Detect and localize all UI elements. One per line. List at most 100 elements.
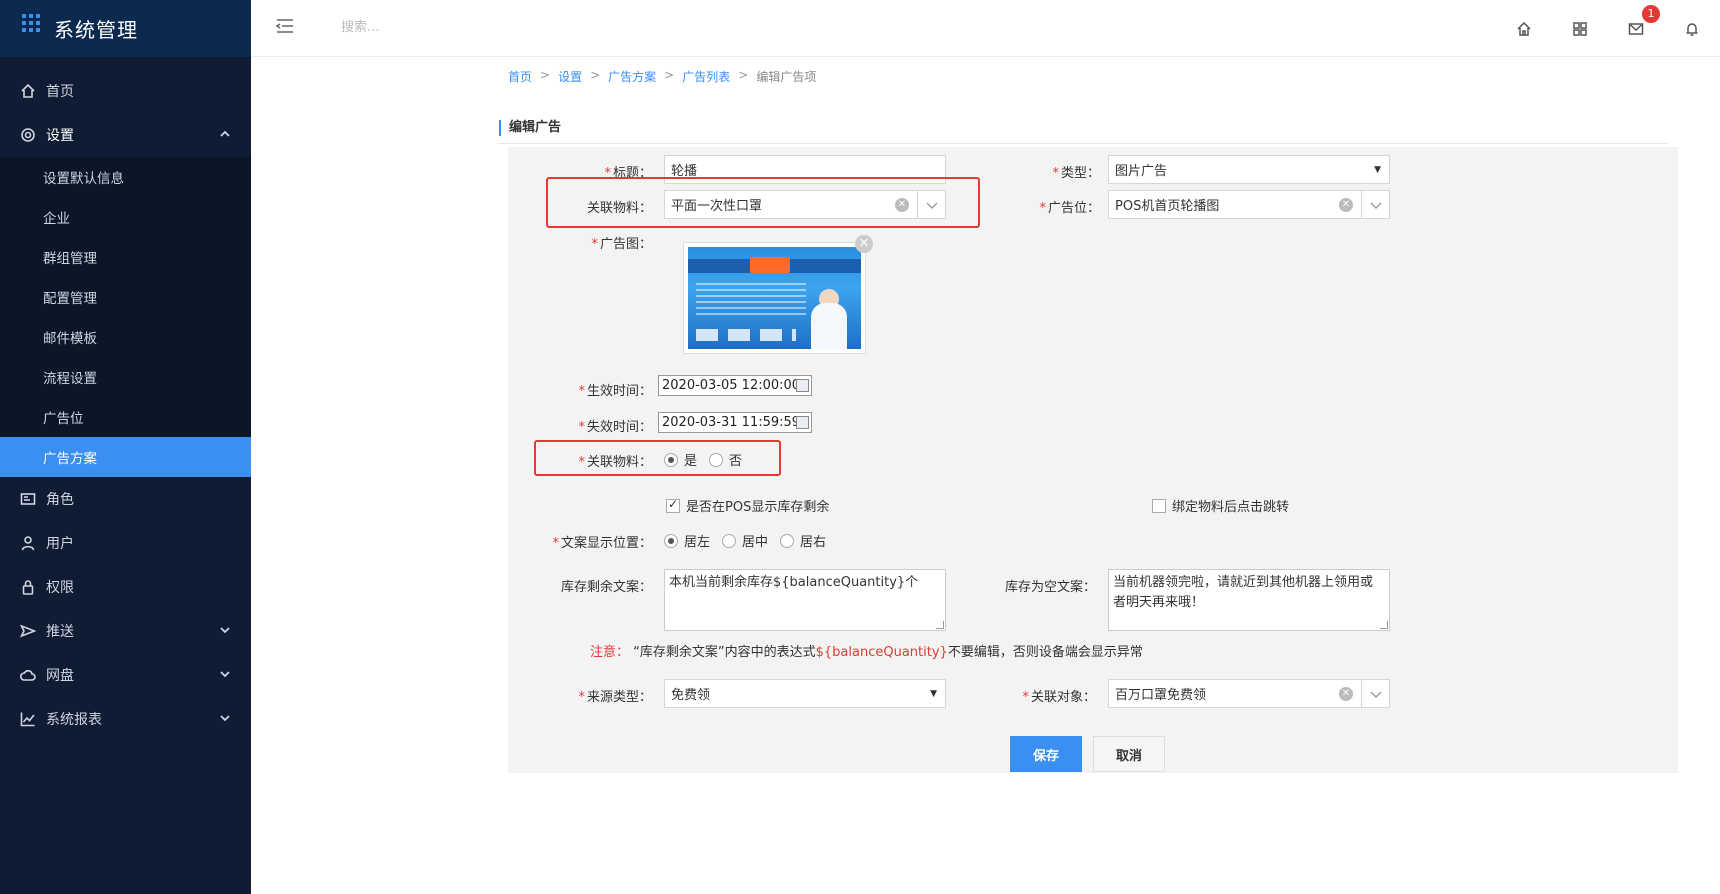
stock-copy-textarea[interactable]: 本机当前剩余库存${balanceQuantity}个 xyxy=(664,569,946,631)
chevron-down-icon[interactable] xyxy=(1361,680,1389,707)
sidebar-subitem-default-info[interactable]: 设置默认信息 xyxy=(0,157,251,197)
sidebar-item-settings[interactable]: 设置 xyxy=(0,113,251,157)
resize-handle[interactable] xyxy=(1380,621,1388,629)
note-text: “库存剩余文案”内容中的表达式 xyxy=(633,645,816,660)
mail-badge: 1 xyxy=(1642,5,1660,23)
sidebar-item-label: 系统报表 xyxy=(46,712,102,728)
bind-jump-checkbox[interactable] xyxy=(1152,498,1166,513)
sidebar-nav: 首页 设置 设置默认信息 企业 群组管理 配置管理 邮件模板 流程设置 广告位 … xyxy=(0,69,251,741)
bind-jump-checkbox-row[interactable]: 绑定物料后点击跳转 xyxy=(1152,496,1289,515)
show-stock-checkbox-row[interactable]: 是否在POS显示库存剩余 xyxy=(666,496,829,515)
type-label: * 类型： xyxy=(1052,166,1100,181)
ad-image-preview[interactable] xyxy=(683,242,866,354)
sidebar-item-permission[interactable]: 权限 xyxy=(0,565,251,609)
mail-icon[interactable]: 1 xyxy=(1608,0,1664,57)
top-icons: 1 xyxy=(1496,0,1720,57)
sidebar-item-user[interactable]: 用户 xyxy=(0,521,251,565)
show-stock-checkbox[interactable] xyxy=(666,497,680,513)
sidebar-item-label: 设置 xyxy=(46,128,74,144)
breadcrumb-ad-list[interactable]: 广告列表 xyxy=(682,68,730,85)
cancel-button[interactable]: 取消 xyxy=(1093,736,1165,772)
id-card-icon xyxy=(20,491,36,507)
stock-copy-label: 库存剩余文案： xyxy=(560,580,652,595)
caret-down-icon: ▼ xyxy=(1374,165,1381,175)
source-type-select[interactable]: 免费领 ▼ xyxy=(664,679,946,708)
save-button[interactable]: 保存 xyxy=(1010,736,1082,772)
send-icon xyxy=(20,623,36,639)
sidebar-item-netdisk[interactable]: 网盘 xyxy=(0,653,251,697)
sidebar-subitem-enterprise[interactable]: 企业 xyxy=(0,197,251,237)
sidebar-item-label: 推送 xyxy=(46,624,74,640)
sidebar-subitem-ad-plan[interactable]: 广告方案 xyxy=(0,437,251,477)
copy-position-label: * 文案显示位置： xyxy=(552,536,652,551)
sidebar-subitem-config[interactable]: 配置管理 xyxy=(0,277,251,317)
cloud-icon xyxy=(20,667,36,683)
sidebar: 系统管理 首页 设置 设置默认信息 企业 群组管理 配置管理 邮件模板 流程设置… xyxy=(0,0,251,894)
sidebar-item-label: 角色 xyxy=(46,492,74,508)
note-expression: ${balanceQuantity} xyxy=(815,645,948,660)
lock-icon xyxy=(20,579,36,595)
chevron-down-icon xyxy=(219,668,231,680)
sidebar-item-label: 用户 xyxy=(46,536,74,552)
calendar-icon[interactable] xyxy=(796,416,809,429)
radio-unchecked[interactable] xyxy=(780,533,795,548)
apps-grid-icon xyxy=(22,13,42,34)
breadcrumb-separator: > xyxy=(540,68,551,82)
sidebar-item-label: 权限 xyxy=(46,580,74,596)
menu-collapse-icon[interactable] xyxy=(275,16,295,36)
annotation-highlight xyxy=(546,177,980,228)
grid-icon[interactable] xyxy=(1552,0,1608,57)
breadcrumb-settings[interactable]: 设置 xyxy=(558,68,582,85)
brand-title: 系统管理 xyxy=(54,18,138,42)
sidebar-item-role[interactable]: 角色 xyxy=(0,477,251,521)
position-right[interactable]: 居右 xyxy=(780,531,826,550)
end-time-label: * 失效时间： xyxy=(578,420,652,435)
sidebar-subitem-mail-template[interactable]: 邮件模板 xyxy=(0,317,251,357)
sidebar-subitem-groups[interactable]: 群组管理 xyxy=(0,237,251,277)
breadcrumb-separator: > xyxy=(664,68,675,82)
user-icon xyxy=(20,535,36,551)
brand: 系统管理 xyxy=(0,0,251,57)
breadcrumb-home[interactable]: 首页 xyxy=(508,68,532,85)
calendar-icon[interactable] xyxy=(796,379,809,392)
end-time-input[interactable]: 2020-03-31 11:59:59 xyxy=(658,412,812,433)
sidebar-subitem-ad-slot[interactable]: 广告位 xyxy=(0,397,251,437)
title-divider xyxy=(499,143,1668,144)
sidebar-item-push[interactable]: 推送 xyxy=(0,609,251,653)
chevron-down-icon xyxy=(219,712,231,724)
chevron-down-icon[interactable] xyxy=(1361,191,1389,218)
line-chart-icon xyxy=(20,711,36,727)
clear-icon[interactable]: ✕ xyxy=(1339,687,1353,701)
home-icon xyxy=(20,83,36,99)
caret-down-icon: ▼ xyxy=(930,689,937,699)
start-time-input[interactable]: 2020-03-05 12:00:00 xyxy=(658,375,812,396)
empty-copy-textarea[interactable]: 当前机器领完啦，请就近到其他机器上领用或者明天再来哦！ xyxy=(1108,569,1390,631)
sidebar-subitem-workflow[interactable]: 流程设置 xyxy=(0,357,251,397)
resize-handle[interactable] xyxy=(936,621,944,629)
page-title: 编辑广告 xyxy=(499,120,561,136)
start-time-label: * 生效时间： xyxy=(578,384,652,399)
home-icon[interactable] xyxy=(1496,0,1552,57)
slot-label: * 广告位： xyxy=(1039,201,1100,216)
chevron-up-icon xyxy=(219,128,231,140)
breadcrumb-separator: > xyxy=(738,68,749,82)
breadcrumb-ad-plan[interactable]: 广告方案 xyxy=(608,68,656,85)
image-label: * 广告图： xyxy=(591,237,652,252)
clear-icon[interactable]: ✕ xyxy=(1339,198,1353,212)
breadcrumb-current: 编辑广告项 xyxy=(756,70,817,84)
target-select[interactable]: 百万口罩免费领 ✕ xyxy=(1108,679,1390,708)
search-input[interactable] xyxy=(341,16,541,38)
radio-unchecked[interactable] xyxy=(722,533,737,548)
position-center[interactable]: 居中 xyxy=(722,531,768,550)
gear-icon xyxy=(20,127,36,143)
position-left[interactable]: 居左 xyxy=(664,531,710,550)
remove-image-icon[interactable]: ✕ xyxy=(855,235,873,253)
type-select[interactable]: 图片广告 ▼ xyxy=(1108,155,1390,184)
sidebar-item-home[interactable]: 首页 xyxy=(0,69,251,113)
ad-image xyxy=(688,247,861,349)
bell-icon[interactable] xyxy=(1664,0,1720,57)
sidebar-item-report[interactable]: 系统报表 xyxy=(0,697,251,741)
slot-select[interactable]: POS机首页轮播图 ✕ xyxy=(1108,190,1390,219)
radio-checked[interactable] xyxy=(664,533,678,548)
target-label: * 关联对象： xyxy=(1022,690,1096,705)
